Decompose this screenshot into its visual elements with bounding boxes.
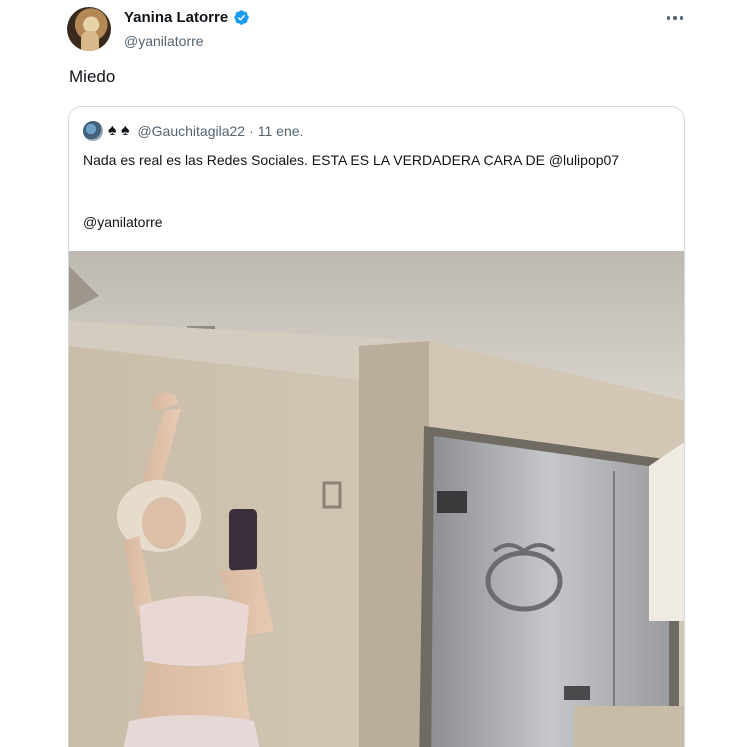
- quoted-author-avatar[interactable]: [83, 121, 103, 141]
- quoted-tweet-header: ♠ ♠ @Gauchitagila22 · 11 ene.: [83, 121, 303, 141]
- quoted-author-handle[interactable]: @Gauchitagila22: [137, 123, 245, 139]
- quoted-tweet-photo[interactable]: [69, 251, 684, 747]
- author-avatar[interactable]: [67, 7, 111, 51]
- tweet: Yanina Latorre @yanilatorre Miedo ♠ ♠ @G…: [0, 0, 732, 747]
- tweet-text: Miedo: [69, 67, 116, 86]
- more-options-icon[interactable]: [664, 9, 686, 27]
- verified-badge-icon: [233, 9, 250, 26]
- author-handle[interactable]: @yanilatorre: [124, 33, 204, 49]
- quoted-tweet-date[interactable]: 11 ene.: [258, 123, 304, 139]
- author-display-name[interactable]: Yanina Latorre: [124, 9, 228, 26]
- author-name-row: Yanina Latorre: [124, 9, 250, 26]
- header-separator: ·: [249, 123, 254, 139]
- quoted-tweet-mention[interactable]: @yanilatorre: [83, 214, 163, 230]
- quoted-author-name[interactable]: ♠ ♠: [108, 123, 129, 139]
- quoted-tweet-card[interactable]: ♠ ♠ @Gauchitagila22 · 11 ene. Nada es re…: [68, 106, 685, 747]
- quoted-tweet-text: Nada es real es las Redes Sociales. ESTA…: [83, 152, 620, 168]
